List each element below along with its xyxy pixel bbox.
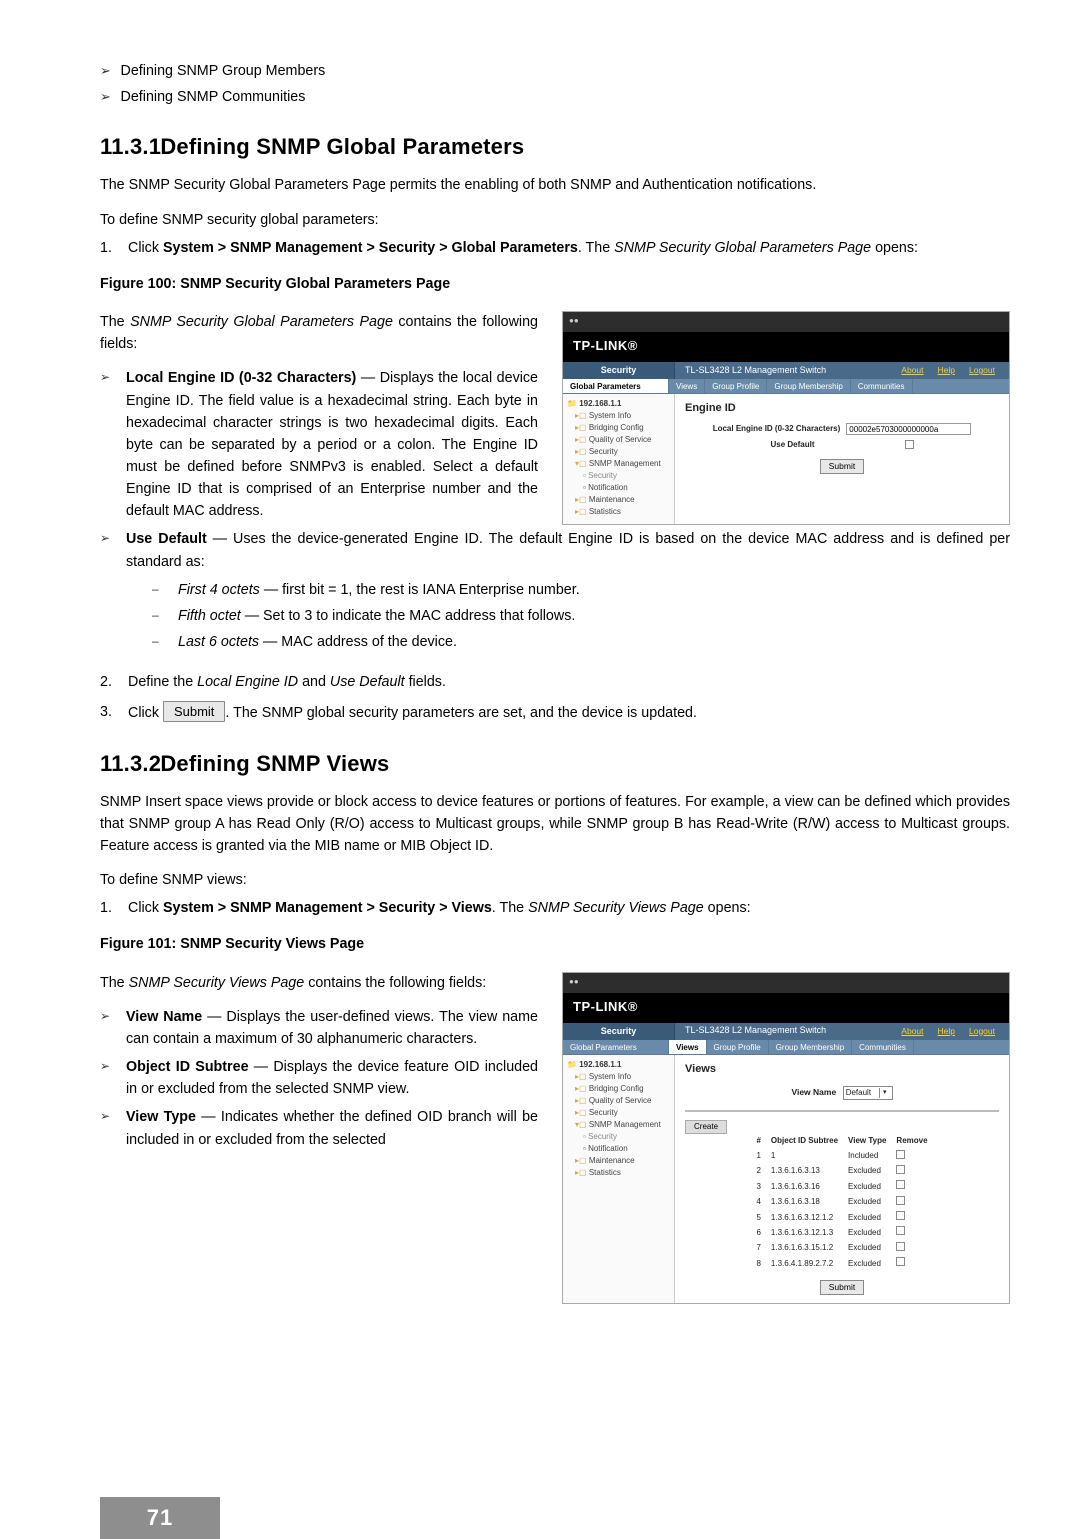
table-row: 81.3.6.4.1.89.2.7.2Excluded — [751, 1256, 932, 1271]
figure-caption: Figure 101: SNMP Security Views Page — [100, 933, 1010, 955]
table-row: 51.3.6.1.6.3.12.1.2Excluded — [751, 1210, 932, 1225]
to-define: To define SNMP views: — [100, 869, 1010, 891]
intro-bullet-list: Defining SNMP Group Members Defining SNM… — [100, 60, 1010, 108]
views-table: # Object ID Subtree View Type Remove 11I… — [751, 1134, 932, 1272]
page-number: 71 — [100, 1497, 220, 1539]
remove-checkbox[interactable] — [896, 1180, 905, 1189]
section-desc: SNMP Insert space views provide or block… — [100, 791, 1010, 857]
table-row: 71.3.6.1.6.3.15.1.2Excluded — [751, 1241, 932, 1256]
step-item: Click Submit. The SNMP global security p… — [100, 701, 1010, 724]
field-item: Use Default — Uses the device-generated … — [100, 528, 1010, 653]
field-bullets: Local Engine ID (0-32 Characters) — Disp… — [100, 367, 1010, 653]
submit-button[interactable]: Submit — [820, 1280, 864, 1295]
submit-inline-button[interactable]: Submit — [163, 701, 225, 722]
window-dots-icon: ●● — [569, 315, 579, 327]
intro-item: Defining SNMP Group Members — [100, 60, 1010, 82]
table-row: 21.3.6.1.6.3.13Excluded — [751, 1164, 932, 1179]
section-number: 11.3.1 — [100, 130, 154, 164]
section-heading: 11.3.1 Defining SNMP Global Parameters — [100, 130, 1010, 164]
remove-checkbox[interactable] — [896, 1226, 905, 1235]
to-define: To define SNMP security global parameter… — [100, 209, 1010, 231]
table-row: 41.3.6.1.6.3.18Excluded — [751, 1195, 932, 1210]
section-heading: 11.3.2 Defining SNMP Views — [100, 747, 1010, 781]
field-item: Object ID Subtree — Displays the device … — [100, 1056, 1010, 1100]
table-row: 61.3.6.1.6.3.12.1.3Excluded — [751, 1225, 932, 1240]
step-item: Click System > SNMP Management > Securit… — [100, 237, 1010, 259]
remove-checkbox[interactable] — [896, 1165, 905, 1174]
table-row: 31.3.6.1.6.3.16Excluded — [751, 1179, 932, 1194]
field-item: View Type — Indicates whether the define… — [100, 1106, 1010, 1150]
field-bullets: View Name — Displays the user-defined vi… — [100, 1006, 1010, 1151]
remove-checkbox[interactable] — [896, 1150, 905, 1159]
step-item: Define the Local Engine ID and Use Defau… — [100, 671, 1010, 693]
section-title: Defining SNMP Global Parameters — [160, 134, 524, 159]
steps-list: Click System > SNMP Management > Securit… — [100, 897, 1010, 919]
intro-item: Defining SNMP Communities — [100, 86, 1010, 108]
figure-caption: Figure 100: SNMP Security Global Paramet… — [100, 273, 1010, 295]
logo: TP-LINK® — [563, 332, 1009, 362]
remove-checkbox[interactable] — [896, 1196, 905, 1205]
section-number: 11.3.2 — [100, 747, 154, 781]
step-item: Click System > SNMP Management > Securit… — [100, 897, 1010, 919]
section-title: Defining SNMP Views — [160, 751, 389, 776]
remove-checkbox[interactable] — [896, 1257, 905, 1266]
steps-list: Click System > SNMP Management > Securit… — [100, 237, 1010, 259]
steps-list-cont: Define the Local Engine ID and Use Defau… — [100, 671, 1010, 724]
field-item: View Name — Displays the user-defined vi… — [100, 1006, 1010, 1050]
table-row: 11Included — [751, 1149, 932, 1164]
remove-checkbox[interactable] — [896, 1242, 905, 1251]
remove-checkbox[interactable] — [896, 1211, 905, 1220]
field-item: Local Engine ID (0-32 Characters) — Disp… — [100, 367, 1010, 522]
section-desc: The SNMP Security Global Parameters Page… — [100, 174, 1010, 196]
window-dots-icon: ●● — [569, 976, 579, 988]
